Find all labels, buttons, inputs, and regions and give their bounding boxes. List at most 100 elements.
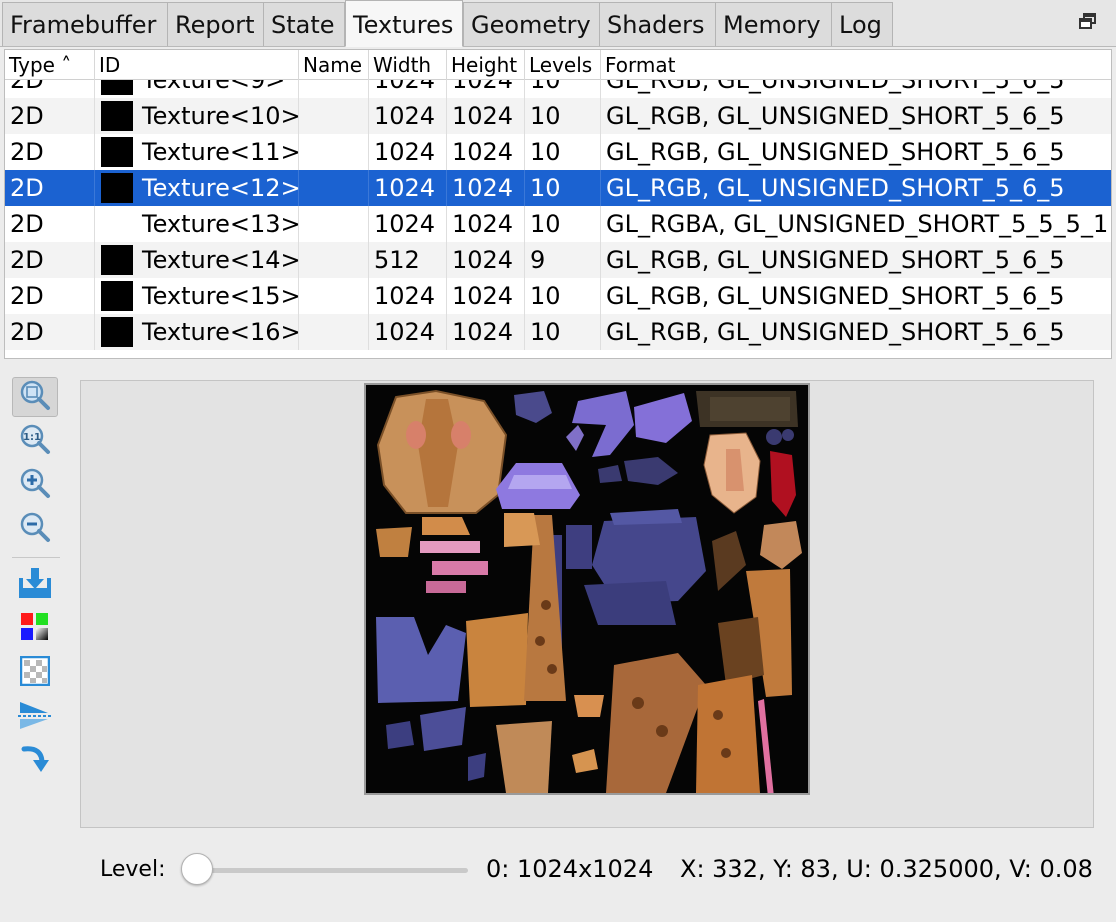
table-cell-type: 2D bbox=[5, 98, 95, 134]
texture-table[interactable]: Type ˄ ID Name Width Height Levels Forma… bbox=[4, 49, 1112, 359]
table-cell-name bbox=[299, 278, 369, 314]
tab-bar: Framebuffer Report State Textures Geomet… bbox=[0, 0, 1116, 47]
table-cell-height: 1024 bbox=[447, 242, 525, 278]
table-row[interactable]: 2D Texture<14> 512 1024 9 GL_RGB, GL_UNSIGNED… bbox=[5, 242, 1111, 278]
flip-vertical-icon bbox=[18, 700, 52, 734]
table-cell-id: Texture<11> bbox=[142, 138, 299, 166]
column-header-levels[interactable]: Levels bbox=[525, 50, 601, 80]
rotate-button[interactable] bbox=[12, 741, 58, 781]
color-channels-icon bbox=[20, 612, 50, 646]
table-cell-name bbox=[299, 170, 369, 206]
zoom-fit-button[interactable] bbox=[12, 377, 58, 417]
table-cell-format: GL_RGB, GL_UNSIGNED_SHORT_5_6_5 bbox=[606, 138, 1065, 166]
tab-textures[interactable]: Textures bbox=[345, 0, 463, 47]
table-cell-id: Texture<10> bbox=[142, 102, 299, 130]
table-cell-name bbox=[299, 314, 369, 350]
zoom-in-icon bbox=[18, 466, 52, 504]
table-cell-type: 2D bbox=[5, 278, 95, 314]
table-cell-format: GL_RGB, GL_UNSIGNED_SHORT_5_6_5 bbox=[606, 318, 1065, 346]
tab-state[interactable]: State bbox=[263, 2, 345, 46]
table-cell-name bbox=[299, 134, 369, 170]
table-cell-width: 1024 bbox=[369, 170, 447, 206]
level-status-bar: Level: 0: 1024x1024 X: 332, Y: 83, U: 0.… bbox=[0, 846, 1116, 896]
zoom-fit-icon bbox=[18, 378, 52, 416]
table-row[interactable]: 2D Texture<15> 1024 1024 10 GL_RGB, GL_UNSIGN… bbox=[5, 278, 1111, 314]
texture-image[interactable] bbox=[364, 383, 810, 795]
table-cell-id: Texture<14> bbox=[142, 246, 299, 274]
column-header-format[interactable]: Format bbox=[601, 50, 1111, 80]
table-cell-width: 1024 bbox=[369, 134, 447, 170]
table-cell-name bbox=[299, 206, 369, 242]
table-cell-height: 1024 bbox=[447, 206, 525, 242]
texture-thumbnail bbox=[101, 245, 133, 275]
table-body: 2D Texture<9> 1024 1024 10 GL_RGB, GL_UNSIGNE… bbox=[5, 62, 1111, 350]
table-cell-name bbox=[299, 98, 369, 134]
table-cell-height: 1024 bbox=[447, 170, 525, 206]
flip-vertical-button[interactable] bbox=[12, 697, 58, 737]
texture-viewer[interactable] bbox=[80, 380, 1094, 828]
texture-thumbnail bbox=[101, 209, 133, 239]
column-header-height[interactable]: Height bbox=[447, 50, 525, 80]
table-cell-width: 1024 bbox=[369, 314, 447, 350]
table-row[interactable]: 2D Texture<13> 1024 1024 10 GL_RGBA, GL_UNSIG… bbox=[5, 206, 1111, 242]
table-cell-height: 1024 bbox=[447, 278, 525, 314]
tab-framebuffer[interactable]: Framebuffer bbox=[2, 2, 168, 46]
texture-thumbnail bbox=[101, 317, 133, 347]
transparency-checker-icon bbox=[19, 655, 51, 690]
table-cell-format: GL_RGB, GL_UNSIGNED_SHORT_5_6_5 bbox=[606, 282, 1065, 310]
column-header-width[interactable]: Width bbox=[369, 50, 447, 80]
table-cell-height: 1024 bbox=[447, 134, 525, 170]
table-header: Type ˄ ID Name Width Height Levels Forma… bbox=[5, 50, 1111, 80]
table-cell-id: Texture<16> bbox=[142, 318, 299, 346]
table-cell-width: 1024 bbox=[369, 206, 447, 242]
table-cell-format: GL_RGB, GL_UNSIGNED_SHORT_5_6_5 bbox=[606, 174, 1065, 202]
tab-log[interactable]: Log bbox=[831, 2, 893, 46]
rotate-icon bbox=[20, 743, 50, 779]
zoom-actual-size-button[interactable]: 1:1 bbox=[12, 421, 58, 461]
table-cell-height: 1024 bbox=[447, 314, 525, 350]
column-header-id[interactable]: ID bbox=[95, 50, 299, 80]
table-cell-levels: 10 bbox=[525, 98, 601, 134]
texture-thumbnail bbox=[101, 137, 133, 167]
table-cell-type: 2D bbox=[5, 206, 95, 242]
table-cell-type: 2D bbox=[5, 314, 95, 350]
zoom-in-button[interactable] bbox=[12, 465, 58, 505]
zoom-out-button[interactable] bbox=[12, 509, 58, 549]
undock-panel-icon[interactable] bbox=[1078, 12, 1098, 30]
zoom-actual-size-icon: 1:1 bbox=[18, 422, 52, 460]
level-slider-track[interactable] bbox=[196, 868, 468, 873]
save-texture-icon bbox=[18, 566, 52, 604]
table-cell-name bbox=[299, 242, 369, 278]
texture-thumbnail bbox=[101, 173, 133, 203]
zoom-out-icon bbox=[18, 510, 52, 548]
tab-report[interactable]: Report bbox=[167, 2, 264, 46]
column-header-name[interactable]: Name bbox=[299, 50, 369, 80]
tab-memory[interactable]: Memory bbox=[715, 2, 832, 46]
save-texture-button[interactable] bbox=[12, 565, 58, 605]
table-cell-levels: 9 bbox=[525, 242, 601, 278]
table-cell-format: GL_RGB, GL_UNSIGNED_SHORT_5_6_5 bbox=[606, 246, 1065, 274]
table-cell-levels: 10 bbox=[525, 278, 601, 314]
table-row[interactable]: 2D Texture<10> 1024 1024 10 GL_RGB, GL_UNSIGN… bbox=[5, 98, 1111, 134]
table-cell-id: Texture<15> bbox=[142, 282, 299, 310]
table-cell-format: GL_RGB, GL_UNSIGNED_SHORT_5_6_5 bbox=[606, 102, 1065, 130]
table-row[interactable]: 2D Texture<11> 1024 1024 10 GL_RGB, GL_UNSIGN… bbox=[5, 134, 1111, 170]
tab-geometry[interactable]: Geometry bbox=[463, 2, 600, 46]
level-slider-handle[interactable] bbox=[181, 853, 213, 885]
table-cell-width: 1024 bbox=[369, 278, 447, 314]
color-channels-button[interactable] bbox=[12, 609, 58, 649]
table-cell-type: 2D bbox=[5, 170, 95, 206]
table-cell-levels: 10 bbox=[525, 206, 601, 242]
table-cell-id: Texture<13> bbox=[142, 210, 299, 238]
table-cell-levels: 10 bbox=[525, 314, 601, 350]
transparency-checker-button[interactable] bbox=[12, 653, 58, 693]
texture-thumbnail bbox=[101, 281, 133, 311]
table-cell-levels: 10 bbox=[525, 170, 601, 206]
tab-shaders[interactable]: Shaders bbox=[599, 2, 716, 46]
table-cell-id: Texture<12> bbox=[142, 174, 299, 202]
toolbar-divider bbox=[12, 557, 60, 558]
table-row[interactable]: 2D Texture<16> 1024 1024 10 GL_RGB, GL_UNSIGN… bbox=[5, 314, 1111, 350]
table-row[interactable]: 2D Texture<12> 1024 1024 10 GL_RGB, GL_UNSIGN… bbox=[5, 170, 1111, 206]
level-label: Level: bbox=[100, 857, 166, 882]
column-header-type[interactable]: Type ˄ bbox=[5, 50, 95, 80]
